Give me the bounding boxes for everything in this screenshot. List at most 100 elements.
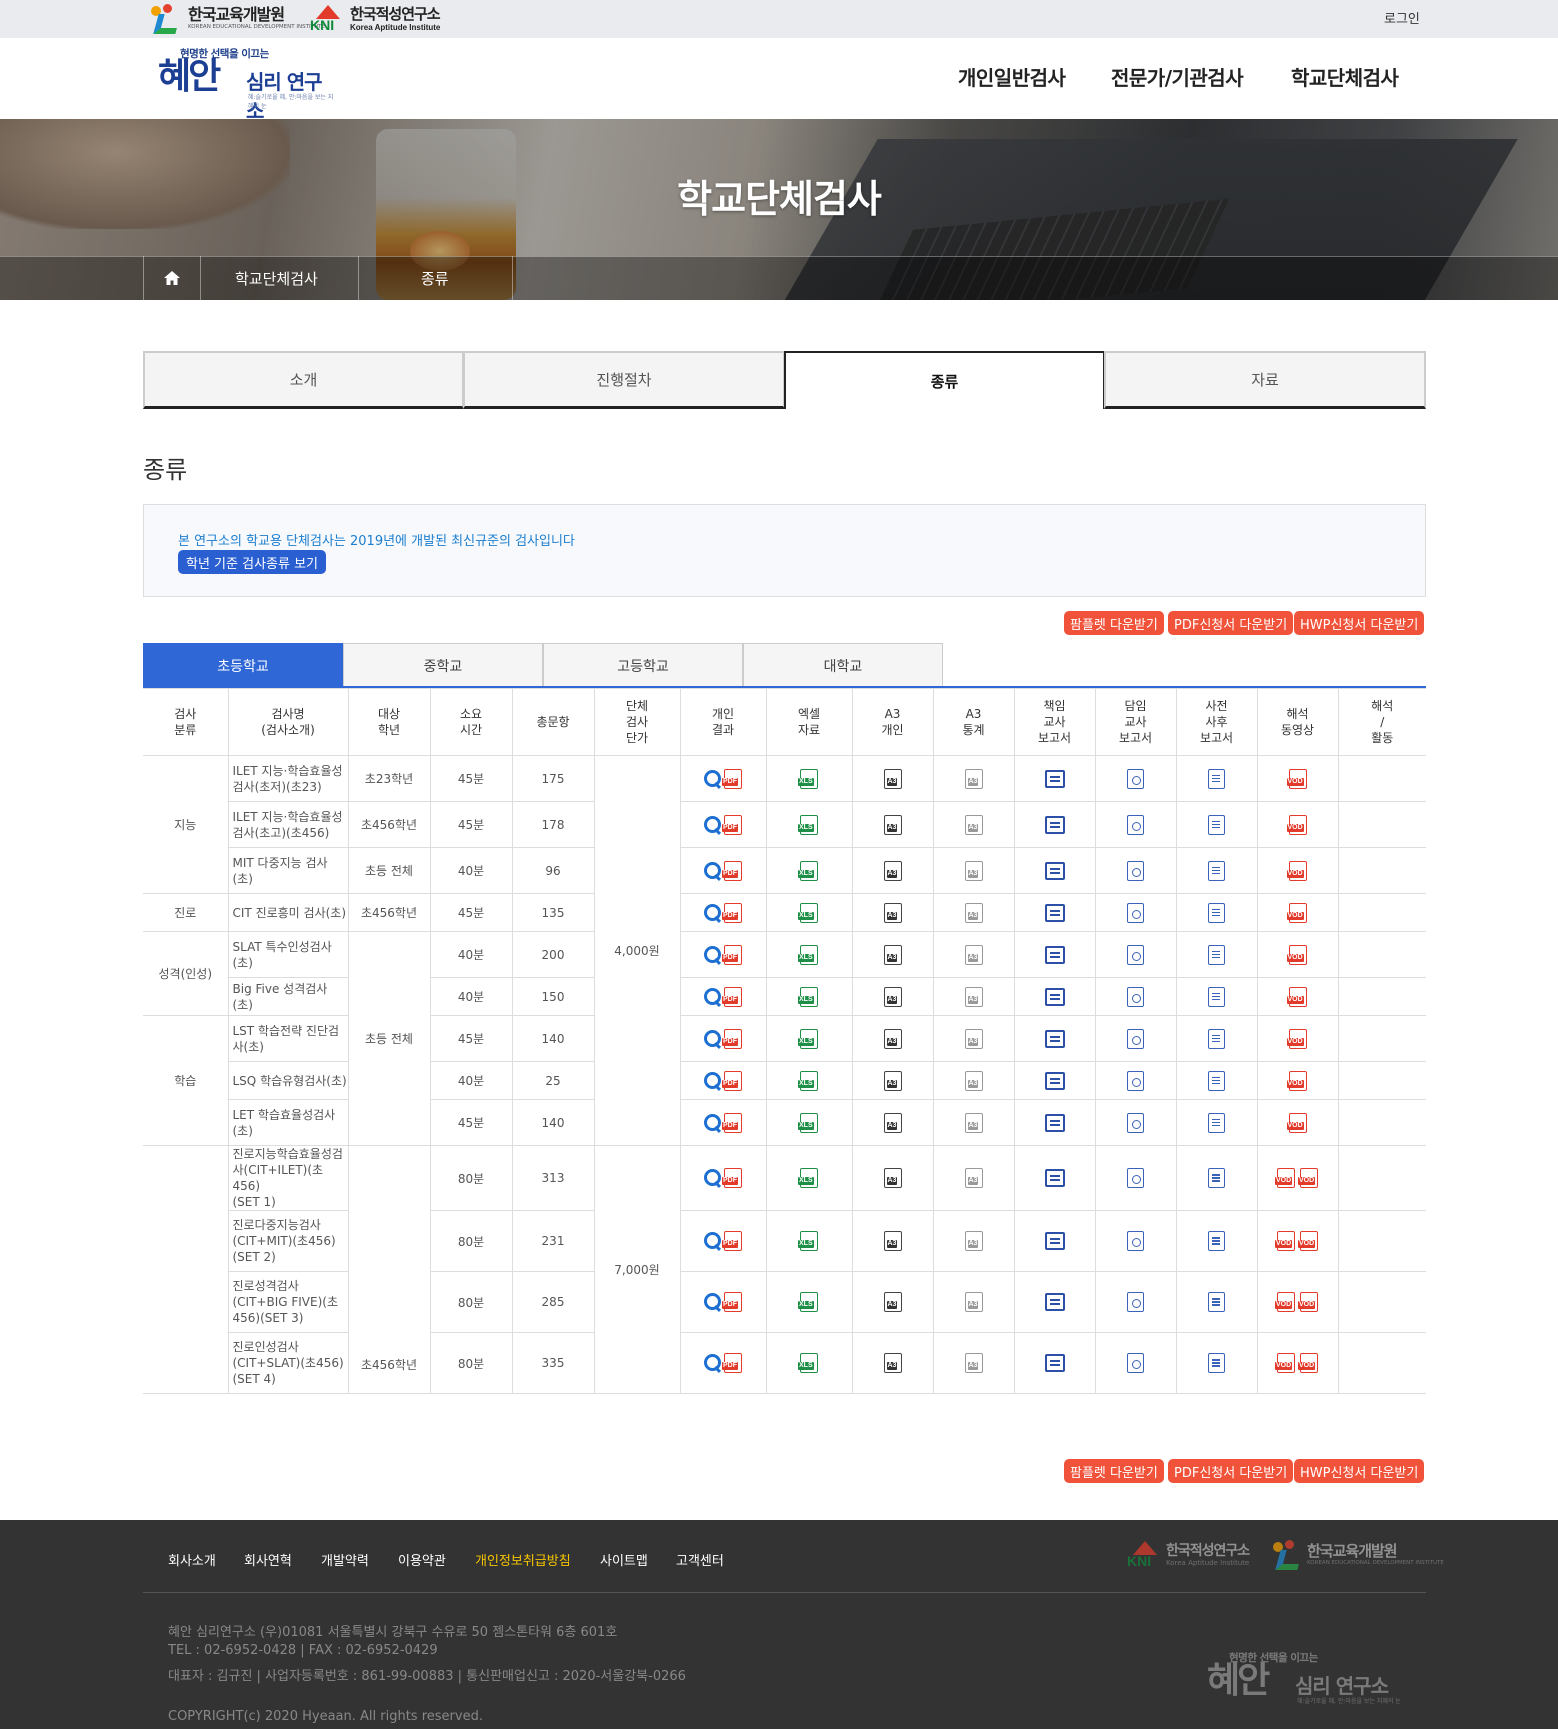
document-search-icon[interactable]	[1127, 860, 1144, 881]
search-icon[interactable]	[704, 903, 722, 922]
test-name[interactable]: (CIT+MIT)(초456)	[233, 1234, 336, 1248]
a3-stats-icon[interactable]: A3	[964, 1231, 983, 1251]
tab-elementary[interactable]: 초등학교	[143, 643, 343, 687]
a3-individual-icon[interactable]: A3	[883, 1292, 902, 1312]
test-name[interactable]: MIT 다중지능 검사	[233, 856, 328, 870]
pamphlet-download-button[interactable]: 팜플렛 다운받기	[1064, 611, 1164, 635]
search-icon[interactable]	[704, 815, 722, 834]
test-name[interactable]: 검사(초저)(초23)	[233, 780, 322, 794]
a3-individual-icon[interactable]: A3	[883, 768, 902, 789]
a3-individual-icon[interactable]: A3	[883, 902, 902, 923]
test-name[interactable]: Big Five 성격검사(초)	[233, 982, 328, 1012]
test-name[interactable]: 진로지능학습효율성검	[233, 1147, 343, 1161]
excel-icon[interactable]: XLS	[798, 768, 818, 789]
test-name[interactable]: 사(CIT+ILET)(초456)	[233, 1163, 324, 1193]
vod-icon[interactable]: VOD	[1286, 1070, 1307, 1091]
breadcrumb-home[interactable]	[143, 256, 200, 300]
footer-kni-logo[interactable]: KNI 한국적성연구소 Korea Aptitude Institute	[1127, 1540, 1250, 1570]
report-icon[interactable]	[1044, 1232, 1065, 1250]
a3-stats-icon[interactable]: A3	[964, 1112, 983, 1133]
a3-individual-icon[interactable]: A3	[883, 860, 902, 881]
a3-individual-icon[interactable]: A3	[883, 1353, 902, 1373]
a3-stats-icon[interactable]: A3	[964, 1292, 983, 1312]
test-name[interactable]: (CIT+SLAT)(초456)	[233, 1356, 344, 1370]
vod-icon[interactable]: VOD	[1286, 814, 1307, 835]
document-search-icon[interactable]	[1127, 1070, 1144, 1091]
document-search-icon[interactable]	[1127, 1112, 1144, 1133]
document-search-icon[interactable]	[1127, 1353, 1144, 1373]
document-settings-icon[interactable]	[1208, 1112, 1225, 1133]
vod-icon[interactable]: VOD	[1275, 1231, 1295, 1251]
document-settings-icon[interactable]	[1208, 944, 1225, 965]
test-name[interactable]: 진로인성검사	[233, 1340, 299, 1354]
pdf-icon[interactable]: PDF	[722, 1168, 742, 1188]
vod-icon[interactable]: VOD	[1286, 986, 1307, 1007]
excel-icon[interactable]: XLS	[798, 1028, 818, 1049]
breadcrumb-school-test[interactable]: 학교단체검사	[200, 256, 358, 300]
tab-university[interactable]: 대학교	[743, 643, 943, 687]
test-name[interactable]: 검사(초고)(초456)	[233, 826, 330, 840]
a3-individual-icon[interactable]: A3	[883, 986, 902, 1007]
report-icon[interactable]	[1044, 1113, 1065, 1132]
pdf-form-download-button-bottom[interactable]: PDF신청서 다운받기	[1168, 1459, 1294, 1483]
login-link[interactable]: 로그인	[1384, 8, 1420, 27]
a3-stats-icon[interactable]: A3	[964, 944, 983, 965]
search-icon[interactable]	[704, 1293, 722, 1311]
a3-stats-icon[interactable]: A3	[964, 860, 983, 881]
test-name[interactable]: (SET 4)	[233, 1372, 276, 1386]
vod-icon[interactable]: VOD	[1298, 1292, 1318, 1312]
test-name[interactable]: ILET 지능·학습효율성	[233, 764, 343, 778]
document-search-icon[interactable]	[1127, 944, 1144, 965]
a3-stats-icon[interactable]: A3	[964, 1028, 983, 1049]
vod-icon[interactable]: VOD	[1298, 1168, 1318, 1188]
a3-individual-icon[interactable]: A3	[883, 1168, 902, 1188]
footer-company[interactable]: 회사소개	[168, 1550, 216, 1569]
test-name[interactable]: ILET 지능·학습효율성	[233, 810, 343, 824]
breadcrumb-types[interactable]: 종류	[358, 256, 513, 300]
test-name[interactable]: LSQ 학습유형검사(초)	[233, 1074, 347, 1088]
document-search-icon[interactable]	[1127, 986, 1144, 1007]
report-icon[interactable]	[1044, 1354, 1065, 1372]
footer-kedi-logo[interactable]: 한국교육개발원 KOREAN EDUCATIONAL DEVELOPMENT IN…	[1270, 1540, 1444, 1570]
report-icon[interactable]	[1044, 1169, 1065, 1187]
excel-icon[interactable]: XLS	[798, 1353, 818, 1373]
nav-expert-test[interactable]: 전문가/기관검사	[1111, 62, 1244, 91]
document-search-icon[interactable]	[1127, 814, 1144, 835]
test-name[interactable]: (초)	[233, 872, 253, 886]
vod-icon[interactable]: VOD	[1275, 1168, 1295, 1188]
a3-stats-icon[interactable]: A3	[964, 1353, 983, 1373]
excel-icon[interactable]: XLS	[798, 986, 818, 1007]
tab-procedure[interactable]: 진행절차	[463, 351, 785, 409]
document-search-icon[interactable]	[1127, 1168, 1144, 1188]
tab-middle[interactable]: 중학교	[343, 643, 543, 687]
footer-development[interactable]: 개발약력	[321, 1550, 369, 1569]
pdf-icon[interactable]: PDF	[722, 860, 742, 881]
document-settings-icon[interactable]	[1208, 986, 1225, 1007]
test-name[interactable]: SLAT 특수인성검사	[233, 940, 332, 954]
document-search-icon[interactable]	[1127, 1231, 1144, 1251]
kni-logo[interactable]: KNI 한국적성연구소 Korea Aptitude Institute	[310, 3, 441, 35]
vod-icon[interactable]: VOD	[1298, 1353, 1318, 1373]
pdf-icon[interactable]: PDF	[722, 1292, 742, 1312]
vod-icon[interactable]: VOD	[1298, 1231, 1318, 1251]
report-icon[interactable]	[1044, 1071, 1065, 1090]
pdf-icon[interactable]: PDF	[722, 1070, 742, 1091]
test-name[interactable]: LST 학습전략 진단검	[233, 1024, 340, 1038]
a3-stats-icon[interactable]: A3	[964, 768, 983, 789]
search-icon[interactable]	[704, 1113, 722, 1132]
document-search-icon[interactable]	[1127, 1292, 1144, 1312]
nav-school-test[interactable]: 학교단체검사	[1291, 62, 1399, 91]
a3-individual-icon[interactable]: A3	[883, 1070, 902, 1091]
pdf-icon[interactable]: PDF	[722, 902, 742, 923]
footer-terms[interactable]: 이용약관	[398, 1550, 446, 1569]
pdf-icon[interactable]: PDF	[722, 1231, 742, 1251]
grade-types-button[interactable]: 학년 기준 검사종류 보기	[178, 550, 326, 574]
hwp-form-download-button-bottom[interactable]: HWP신청서 다운받기	[1294, 1459, 1425, 1483]
pdf-icon[interactable]: PDF	[722, 814, 742, 835]
test-name[interactable]: LET 학습효율성검사	[233, 1108, 336, 1122]
vod-icon[interactable]: VOD	[1286, 944, 1307, 965]
vod-icon[interactable]: VOD	[1286, 1112, 1307, 1133]
a3-stats-icon[interactable]: A3	[964, 1070, 983, 1091]
a3-individual-icon[interactable]: A3	[883, 1231, 902, 1251]
kedi-logo[interactable]: 한국교육개발원 KOREAN EDUCATIONAL DEVELOPMENT IN…	[148, 3, 325, 35]
